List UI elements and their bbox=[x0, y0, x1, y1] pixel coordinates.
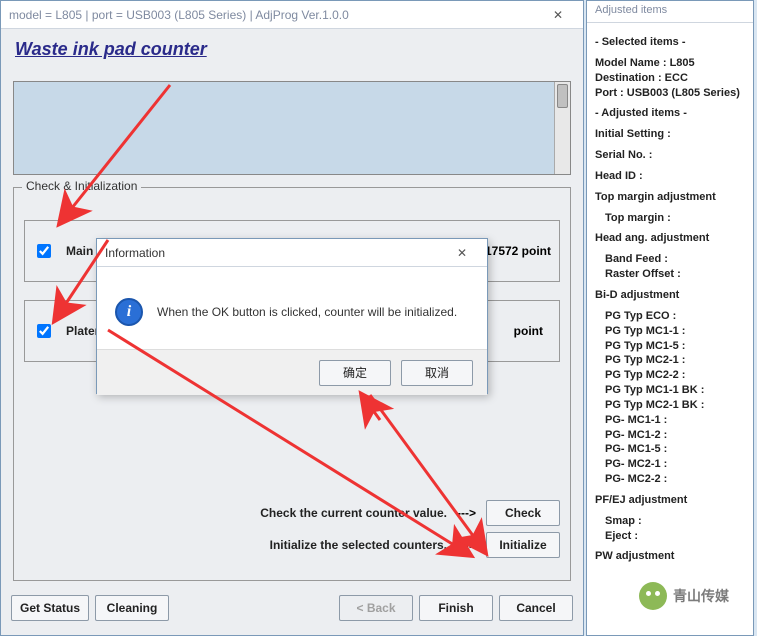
raster-offset: Raster Offset : bbox=[595, 267, 745, 282]
information-dialog: Information ✕ i When the OK button is cl… bbox=[96, 238, 488, 394]
get-status-button[interactable]: Get Status bbox=[11, 595, 89, 621]
dialog-message: When the OK button is clicked, counter w… bbox=[157, 305, 457, 319]
pg-item: PG Typ MC1-1 : bbox=[595, 324, 745, 339]
adjusted-items-header: - Adjusted items - bbox=[595, 106, 745, 121]
pg-item: PG Typ MC1-5 : bbox=[595, 339, 745, 354]
pg-item: PG Typ MC2-1 : bbox=[595, 353, 745, 368]
pf-ej-adjustment: PF/EJ adjustment bbox=[595, 493, 745, 508]
action-lines: Check the current counter value. ---> Ch… bbox=[4, 494, 560, 558]
check-button[interactable]: Check bbox=[486, 500, 560, 526]
pg-item: PG- MC1-5 : bbox=[595, 442, 745, 457]
dialog-buttons: 确定 取消 bbox=[97, 349, 487, 395]
titlebar: model = L805 | port = USB003 (L805 Serie… bbox=[1, 1, 583, 29]
initial-setting: Initial Setting : bbox=[595, 127, 745, 142]
cleaning-button[interactable]: Cleaning bbox=[95, 595, 169, 621]
platen-unit: point bbox=[514, 324, 543, 338]
groupbox-legend: Check & Initialization bbox=[22, 179, 141, 193]
side-panel-title: Adjusted items bbox=[587, 1, 753, 23]
pw-adjustment: PW adjustment bbox=[595, 549, 745, 564]
adjusted-items-panel: Adjusted items - Selected items - Model … bbox=[586, 0, 754, 636]
pg-item: PG- MC1-2 : bbox=[595, 428, 745, 443]
scrollbar-thumb[interactable] bbox=[557, 84, 568, 108]
page-title: Waste ink pad counter bbox=[15, 39, 569, 60]
watermark: 青山传媒 bbox=[639, 582, 729, 610]
scrollbar[interactable] bbox=[554, 82, 570, 174]
band-feed: Band Feed : bbox=[595, 252, 745, 267]
footer: Get Status Cleaning < Back Finish Cancel bbox=[11, 591, 573, 625]
pg-item: PG Typ MC2-1 BK : bbox=[595, 398, 745, 413]
smap: Smap : bbox=[595, 514, 745, 529]
pg-item: PG- MC2-2 : bbox=[595, 472, 745, 487]
serial-no: Serial No. : bbox=[595, 148, 745, 163]
wechat-icon bbox=[639, 582, 667, 610]
pg-item: PG Typ MC2-2 : bbox=[595, 368, 745, 383]
cancel-button[interactable]: Cancel bbox=[499, 595, 573, 621]
bi-d-adjustment: Bi-D adjustment bbox=[595, 288, 745, 303]
platen-checkbox[interactable] bbox=[37, 324, 51, 338]
dialog-ok-button[interactable]: 确定 bbox=[319, 360, 391, 386]
top-margin: Top margin : bbox=[595, 211, 745, 226]
pg-item: PG- MC1-1 : bbox=[595, 413, 745, 428]
top-margin-adjustment: Top margin adjustment bbox=[595, 190, 745, 205]
back-button: < Back bbox=[339, 595, 413, 621]
finish-button[interactable]: Finish bbox=[419, 595, 493, 621]
model-name: Model Name : L805 bbox=[595, 56, 745, 71]
init-line: Initialize the selected counters. ---> I… bbox=[4, 532, 560, 558]
dialog-titlebar: Information ✕ bbox=[97, 239, 487, 267]
watermark-text: 青山传媒 bbox=[673, 586, 729, 606]
head-ang-adjustment: Head ang. adjustment bbox=[595, 231, 745, 246]
pg-list: PG Typ ECO :PG Typ MC1-1 :PG Typ MC1-5 :… bbox=[595, 309, 745, 487]
main-pad-checkbox[interactable] bbox=[37, 244, 51, 258]
check-line: Check the current counter value. ---> Ch… bbox=[4, 500, 560, 526]
dialog-content: i When the OK button is clicked, counter… bbox=[97, 267, 487, 349]
pg-item: PG Typ MC1-1 BK : bbox=[595, 383, 745, 398]
destination: Destination : ECC bbox=[595, 71, 745, 86]
dialog-title: Information bbox=[105, 246, 445, 260]
info-icon: i bbox=[115, 298, 143, 326]
port: Port : USB003 (L805 Series) bbox=[595, 86, 745, 101]
head-id: Head ID : bbox=[595, 169, 745, 184]
init-hint: Initialize the selected counters. bbox=[270, 538, 447, 552]
eject: Eject : bbox=[595, 529, 745, 544]
pg-item: PG Typ ECO : bbox=[595, 309, 745, 324]
arrow-icon: ---> bbox=[457, 538, 476, 552]
pg-item: PG- MC2-1 : bbox=[595, 457, 745, 472]
selected-items-header: - Selected items - bbox=[595, 35, 745, 50]
initialize-button[interactable]: Initialize bbox=[486, 532, 560, 558]
info-pane bbox=[13, 81, 571, 175]
side-panel-body: - Selected items - Model Name : L805 Des… bbox=[587, 23, 753, 576]
window-title: model = L805 | port = USB003 (L805 Serie… bbox=[9, 8, 541, 22]
dialog-close-icon[interactable]: ✕ bbox=[445, 242, 479, 264]
close-icon[interactable]: ✕ bbox=[541, 4, 575, 26]
arrow-icon: ---> bbox=[457, 506, 476, 520]
check-hint: Check the current counter value. bbox=[260, 506, 447, 520]
dialog-cancel-button[interactable]: 取消 bbox=[401, 360, 473, 386]
